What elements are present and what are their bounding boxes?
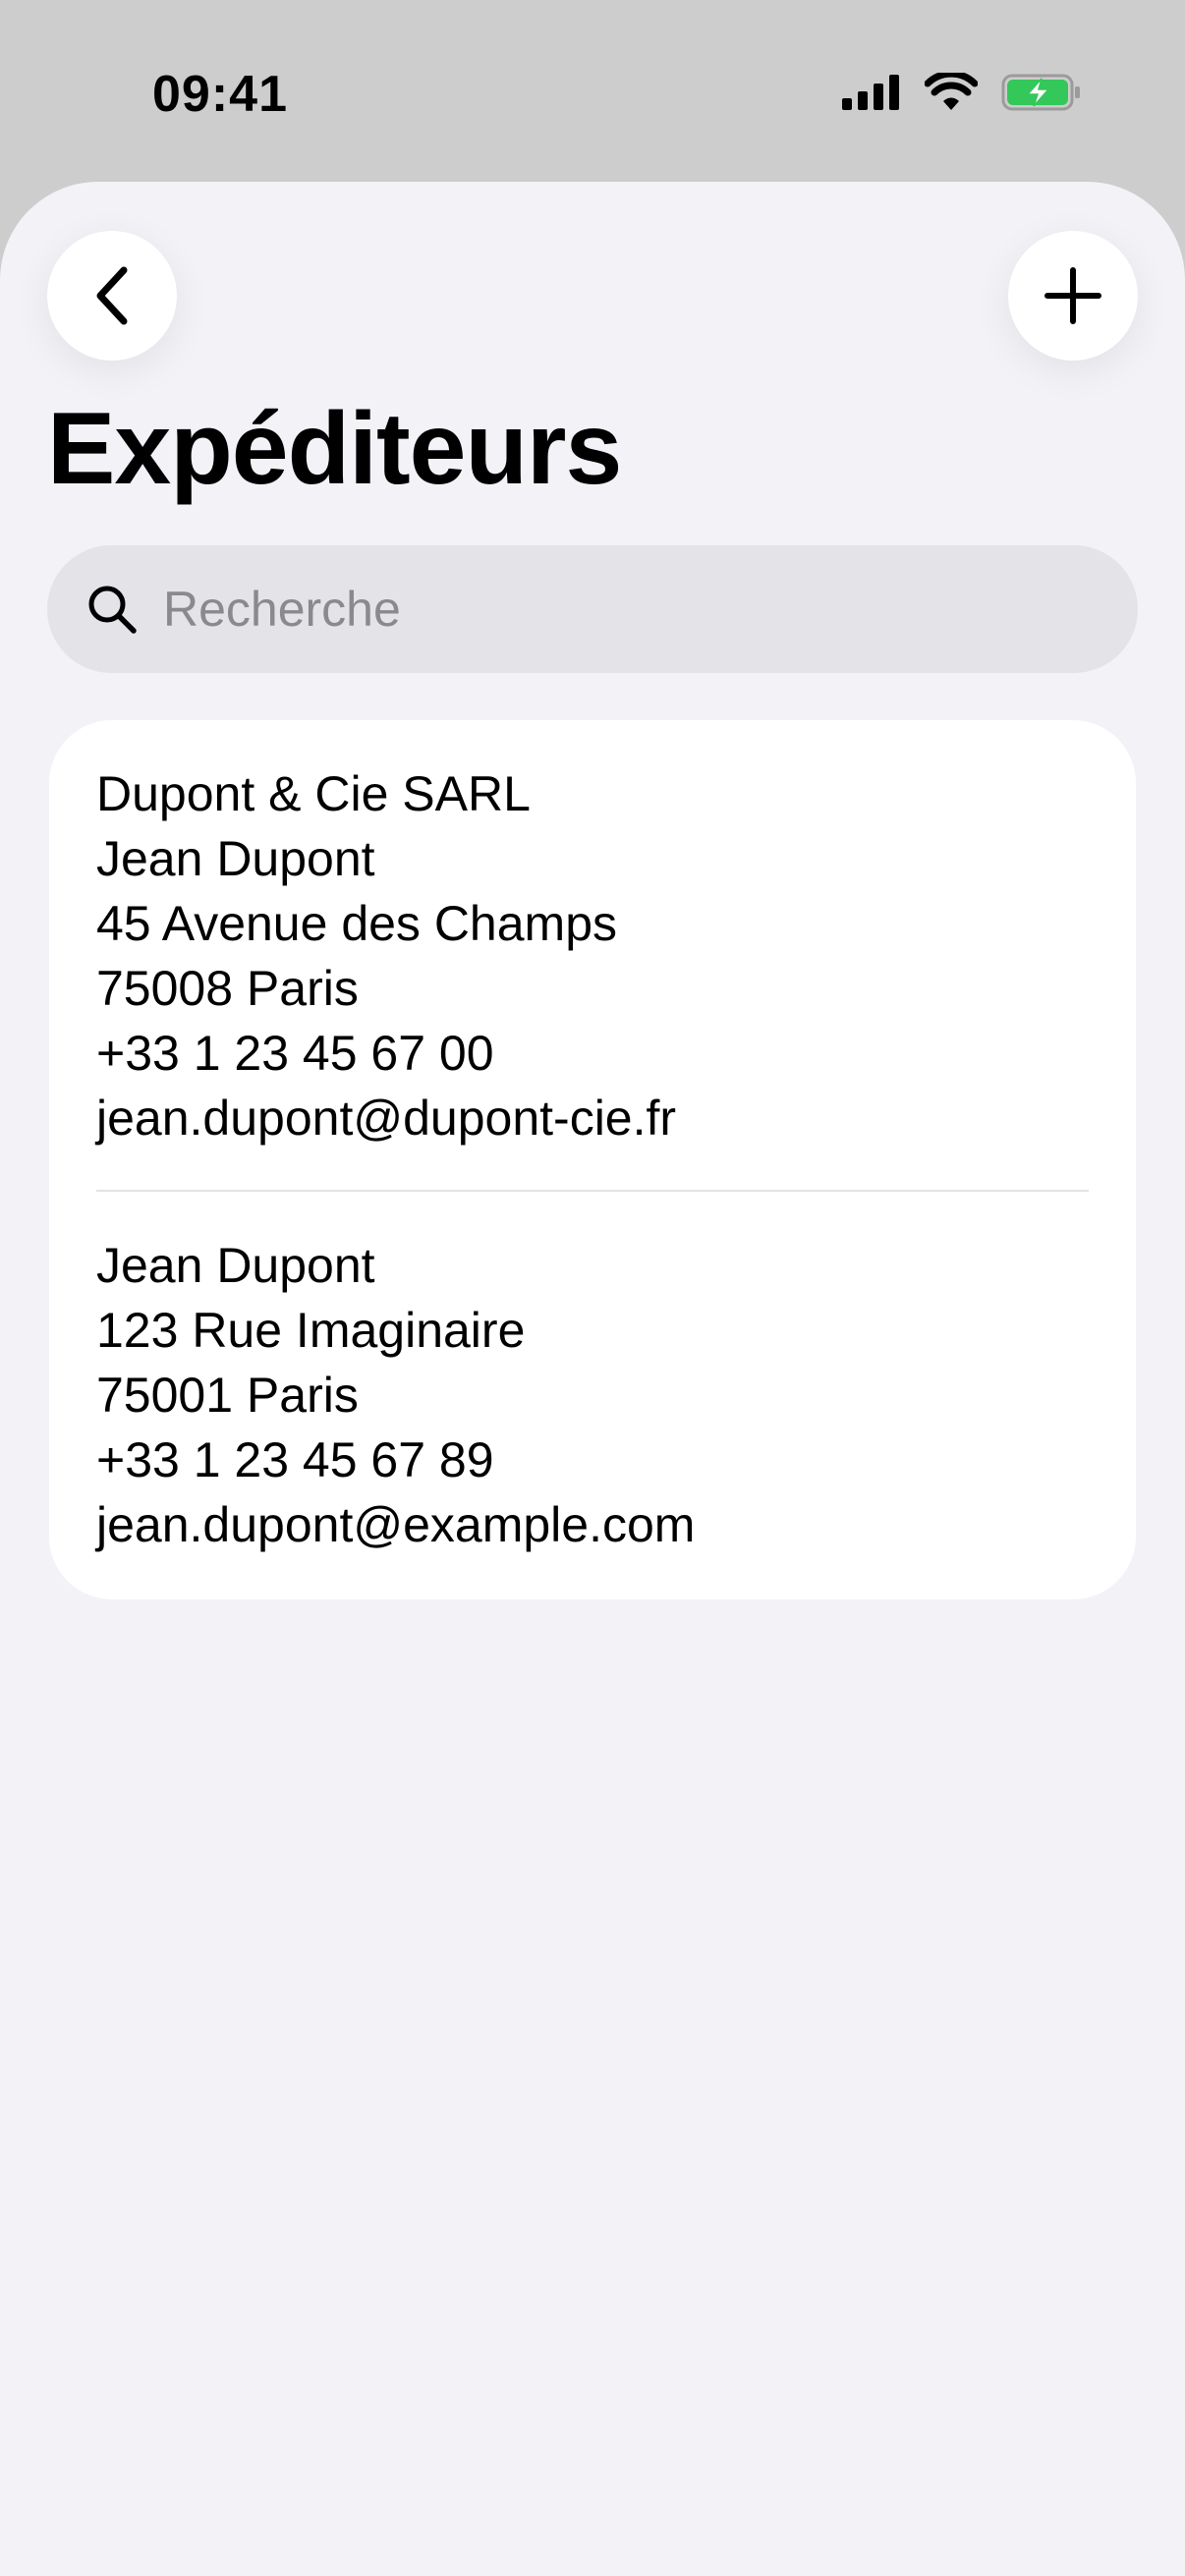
senders-sheet: Expéditeurs Dupont & Cie SARL Jean Dupon… [0, 182, 1185, 2576]
chevron-left-icon [96, 266, 128, 325]
sender-email: jean.dupont@dupont-cie.fr [96, 1091, 677, 1146]
search-icon [88, 586, 137, 634]
search-input[interactable] [161, 580, 1045, 639]
sender-phone: +33 1 23 45 67 89 [96, 1432, 494, 1487]
status-time: 09:41 [152, 66, 288, 123]
sender-street: 123 Rue Imaginaire [96, 1303, 526, 1358]
search-bar[interactable] [47, 545, 1138, 673]
back-button[interactable] [47, 231, 177, 361]
sender-name: Jean Dupont [96, 831, 375, 886]
status-icons [842, 73, 1082, 112]
status-bar: 09:41 [0, 0, 1185, 187]
sender-email: jean.dupont@example.com [96, 1497, 696, 1552]
sender-item[interactable]: Jean Dupont 123 Rue Imaginaire 75001 Par… [96, 1192, 1089, 1557]
sender-company: Dupont & Cie SARL [96, 766, 531, 821]
sender-city: 75008 Paris [96, 961, 359, 1016]
sender-name: Jean Dupont [96, 1238, 375, 1293]
sender-street: 45 Avenue des Champs [96, 896, 618, 951]
battery-charging-icon [1001, 74, 1080, 111]
wifi-icon [925, 73, 978, 110]
sender-item[interactable]: Dupont & Cie SARL Jean Dupont 45 Avenue … [96, 720, 1089, 1150]
page-title: Expéditeurs [47, 392, 622, 506]
add-sender-button[interactable] [1008, 231, 1138, 361]
plus-icon [1044, 267, 1101, 324]
sender-city: 75001 Paris [96, 1368, 359, 1423]
sender-phone: +33 1 23 45 67 00 [96, 1026, 494, 1081]
senders-list: Dupont & Cie SARL Jean Dupont 45 Avenue … [49, 720, 1136, 1599]
cellular-signal-icon [842, 75, 899, 110]
